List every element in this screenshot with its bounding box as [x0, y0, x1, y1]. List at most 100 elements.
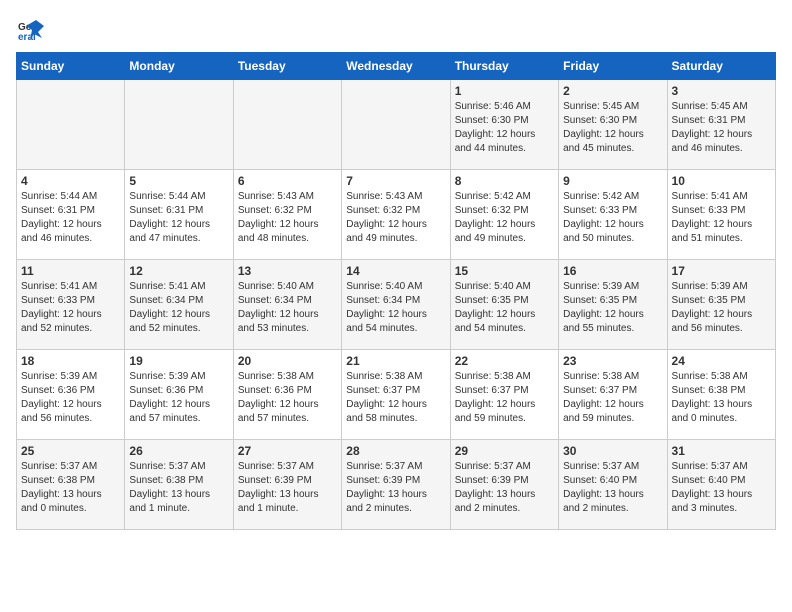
- day-number: 6: [238, 174, 337, 188]
- calendar-cell: 16 Sunrise: 5:39 AM Sunset: 6:35 PM Dayli…: [559, 260, 667, 350]
- header-cell-thursday: Thursday: [450, 53, 558, 80]
- cell-content: Sunrise: 5:45 AM Sunset: 6:30 PM Dayligh…: [563, 100, 662, 156]
- day-number: 12: [129, 264, 228, 278]
- cell-content: Sunrise: 5:41 AM Sunset: 6:33 PM Dayligh…: [21, 280, 120, 336]
- calendar-cell: 4Sunrise: 5:44 AM Sunset: 6:31 PM Daylig…: [17, 170, 125, 260]
- calendar-cell: 28 Sunrise: 5:37 AM Sunset: 6:39 PM Dayli…: [342, 440, 450, 530]
- calendar-cell: [233, 80, 341, 170]
- calendar-cell: 26Sunrise: 5:37 AM Sunset: 6:38 PM Dayli…: [125, 440, 233, 530]
- header-cell-tuesday: Tuesday: [233, 53, 341, 80]
- day-number: 14: [346, 264, 445, 278]
- day-number: 16: [563, 264, 662, 278]
- day-number: 15: [455, 264, 554, 278]
- logo-icon: Gen eral: [16, 16, 44, 44]
- cell-content: Sunrise: 5:43 AM Sunset: 6:32 PM Dayligh…: [346, 190, 445, 246]
- calendar-cell: 17Sunrise: 5:39 AM Sunset: 6:35 PM Dayli…: [667, 260, 775, 350]
- cell-content: Sunrise: 5:42 AM Sunset: 6:33 PM Dayligh…: [563, 190, 662, 246]
- day-number: 20: [238, 354, 337, 368]
- calendar-cell: 14 Sunrise: 5:40 AM Sunset: 6:34 PM Dayli…: [342, 260, 450, 350]
- day-number: 28: [346, 444, 445, 458]
- day-number: 29: [455, 444, 554, 458]
- cell-content: Sunrise: 5:38 AM Sunset: 6:36 PM Dayligh…: [238, 370, 337, 426]
- calendar-cell: 13 Sunrise: 5:40 AM Sunset: 6:34 PM Dayli…: [233, 260, 341, 350]
- calendar-cell: 19 Sunrise: 5:39 AM Sunset: 6:36 PM Dayli…: [125, 350, 233, 440]
- calendar-body: 1Sunrise: 5:46 AM Sunset: 6:30 PM Daylig…: [17, 80, 776, 530]
- cell-content: Sunrise: 5:38 AM Sunset: 6:37 PM Dayligh…: [346, 370, 445, 426]
- day-number: 23: [563, 354, 662, 368]
- header-cell-wednesday: Wednesday: [342, 53, 450, 80]
- calendar-cell: [17, 80, 125, 170]
- day-number: 11: [21, 264, 120, 278]
- day-number: 19: [129, 354, 228, 368]
- calendar-cell: 15 Sunrise: 5:40 AM Sunset: 6:35 PM Dayli…: [450, 260, 558, 350]
- calendar-week-4: 18 Sunrise: 5:39 AM Sunset: 6:36 PM Dayli…: [17, 350, 776, 440]
- day-number: 7: [346, 174, 445, 188]
- cell-content: Sunrise: 5:40 AM Sunset: 6:34 PM Dayligh…: [238, 280, 337, 336]
- cell-content: Sunrise: 5:39 AM Sunset: 6:36 PM Dayligh…: [21, 370, 120, 426]
- cell-content: Sunrise: 5:38 AM Sunset: 6:38 PM Dayligh…: [672, 370, 771, 426]
- calendar-cell: 9 Sunrise: 5:42 AM Sunset: 6:33 PM Daylig…: [559, 170, 667, 260]
- cell-content: Sunrise: 5:40 AM Sunset: 6:35 PM Dayligh…: [455, 280, 554, 336]
- calendar-cell: 20 Sunrise: 5:38 AM Sunset: 6:36 PM Dayli…: [233, 350, 341, 440]
- header: Gen eral: [16, 16, 776, 44]
- calendar-cell: 29 Sunrise: 5:37 AM Sunset: 6:39 PM Dayli…: [450, 440, 558, 530]
- day-number: 3: [672, 84, 771, 98]
- cell-content: Sunrise: 5:37 AM Sunset: 6:38 PM Dayligh…: [129, 460, 228, 516]
- calendar-cell: 31 Sunrise: 5:37 AM Sunset: 6:40 PM Dayli…: [667, 440, 775, 530]
- calendar-cell: 22 Sunrise: 5:38 AM Sunset: 6:37 PM Dayli…: [450, 350, 558, 440]
- calendar-week-2: 4 Sunrise: 5:44 AM Sunset: 6:31 PM Daylig…: [17, 170, 776, 260]
- cell-content: Sunrise: 5:43 AM Sunset: 6:32 PM Dayligh…: [238, 190, 337, 246]
- calendar-header-row: SundayMondayTuesdayWednesdayThursdayFrid…: [17, 53, 776, 80]
- day-number: 1: [455, 84, 554, 98]
- day-number: 21: [346, 354, 445, 368]
- cell-content: Sunrise: 5:42 AM Sunset: 6:32 PM Dayligh…: [455, 190, 554, 246]
- day-number: 24: [672, 354, 771, 368]
- day-number: 22: [455, 354, 554, 368]
- cell-content: Sunrise: 5:38 AM Sunset: 6:37 PM Dayligh…: [563, 370, 662, 426]
- cell-content: Sunrise: 5:40 AM Sunset: 6:34 PM Dayligh…: [346, 280, 445, 336]
- calendar-cell: 12Sunrise: 5:41 AM Sunset: 6:34 PM Dayli…: [125, 260, 233, 350]
- calendar-cell: 30Sunrise: 5:37 AM Sunset: 6:40 PM Dayli…: [559, 440, 667, 530]
- calendar-week-1: 1Sunrise: 5:46 AM Sunset: 6:30 PM Daylig…: [17, 80, 776, 170]
- cell-content: Sunrise: 5:39 AM Sunset: 6:36 PM Dayligh…: [129, 370, 228, 426]
- cell-content: Sunrise: 5:37 AM Sunset: 6:39 PM Dayligh…: [455, 460, 554, 516]
- calendar-table: SundayMondayTuesdayWednesdayThursdayFrid…: [16, 52, 776, 530]
- day-number: 9: [563, 174, 662, 188]
- cell-content: Sunrise: 5:37 AM Sunset: 6:40 PM Dayligh…: [672, 460, 771, 516]
- cell-content: Sunrise: 5:41 AM Sunset: 6:33 PM Dayligh…: [672, 190, 771, 246]
- calendar-cell: 25Sunrise: 5:37 AM Sunset: 6:38 PM Dayli…: [17, 440, 125, 530]
- logo: Gen eral: [16, 16, 48, 44]
- day-number: 10: [672, 174, 771, 188]
- calendar-cell: 3Sunrise: 5:45 AM Sunset: 6:31 PM Daylig…: [667, 80, 775, 170]
- day-number: 2: [563, 84, 662, 98]
- day-number: 18: [21, 354, 120, 368]
- day-number: 8: [455, 174, 554, 188]
- calendar-cell: 8 Sunrise: 5:42 AM Sunset: 6:32 PM Daylig…: [450, 170, 558, 260]
- calendar-cell: 11 Sunrise: 5:41 AM Sunset: 6:33 PM Dayli…: [17, 260, 125, 350]
- day-number: 13: [238, 264, 337, 278]
- cell-content: Sunrise: 5:37 AM Sunset: 6:38 PM Dayligh…: [21, 460, 120, 516]
- day-number: 27: [238, 444, 337, 458]
- calendar-cell: 23 Sunrise: 5:38 AM Sunset: 6:37 PM Dayli…: [559, 350, 667, 440]
- cell-content: Sunrise: 5:37 AM Sunset: 6:40 PM Dayligh…: [563, 460, 662, 516]
- cell-content: Sunrise: 5:39 AM Sunset: 6:35 PM Dayligh…: [672, 280, 771, 336]
- calendar-cell: 1Sunrise: 5:46 AM Sunset: 6:30 PM Daylig…: [450, 80, 558, 170]
- calendar-cell: 21 Sunrise: 5:38 AM Sunset: 6:37 PM Dayli…: [342, 350, 450, 440]
- cell-content: Sunrise: 5:44 AM Sunset: 6:31 PM Dayligh…: [129, 190, 228, 246]
- calendar-cell: [342, 80, 450, 170]
- calendar-cell: 10 Sunrise: 5:41 AM Sunset: 6:33 PM Dayli…: [667, 170, 775, 260]
- calendar-week-3: 11 Sunrise: 5:41 AM Sunset: 6:33 PM Dayli…: [17, 260, 776, 350]
- day-number: 5: [129, 174, 228, 188]
- calendar-cell: 6 Sunrise: 5:43 AM Sunset: 6:32 PM Daylig…: [233, 170, 341, 260]
- day-number: 31: [672, 444, 771, 458]
- day-number: 4: [21, 174, 120, 188]
- cell-content: Sunrise: 5:37 AM Sunset: 6:39 PM Dayligh…: [346, 460, 445, 516]
- calendar-cell: [125, 80, 233, 170]
- header-cell-friday: Friday: [559, 53, 667, 80]
- header-cell-saturday: Saturday: [667, 53, 775, 80]
- cell-content: Sunrise: 5:39 AM Sunset: 6:35 PM Dayligh…: [563, 280, 662, 336]
- calendar-week-5: 25Sunrise: 5:37 AM Sunset: 6:38 PM Dayli…: [17, 440, 776, 530]
- header-cell-sunday: Sunday: [17, 53, 125, 80]
- cell-content: Sunrise: 5:37 AM Sunset: 6:39 PM Dayligh…: [238, 460, 337, 516]
- cell-content: Sunrise: 5:38 AM Sunset: 6:37 PM Dayligh…: [455, 370, 554, 426]
